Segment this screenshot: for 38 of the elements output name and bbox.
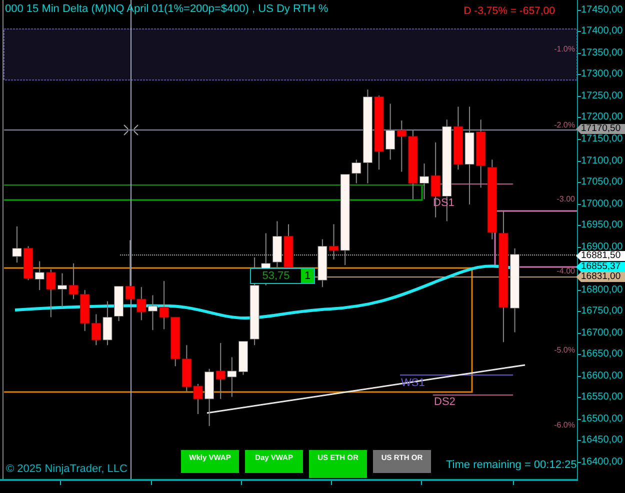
- level-label: DS2: [434, 397, 456, 408]
- price-label: 17100,00: [581, 155, 623, 166]
- percent-label: -5.0%: [554, 346, 575, 354]
- price-label: 16600,00: [581, 370, 623, 382]
- price-label: 17350,00: [581, 47, 623, 58]
- price-label: 16550,00: [581, 392, 623, 403]
- price-label: 17300,00: [581, 68, 623, 80]
- position-quantity: 1: [301, 269, 314, 283]
- percent-label: -4.00: [556, 266, 575, 276]
- price-tag: 16855,37: [576, 262, 625, 272]
- price-tag: 17170,50: [576, 124, 625, 134]
- price-label: 17050,00: [581, 176, 623, 188]
- price-tag: 16831,00: [576, 272, 625, 282]
- price-label: 16750,00: [581, 306, 623, 317]
- price-label: 17450,00: [581, 4, 623, 16]
- pnl-text: D -3,75% = -657,00: [464, 5, 555, 17]
- price-label: 16800,00: [581, 284, 623, 296]
- copyright-text: © 2025 NinjaTrader, LLC: [6, 463, 128, 475]
- price-label: 16700,00: [581, 327, 623, 338]
- price-label: 17400,00: [581, 26, 623, 37]
- percent-label: -3.00: [556, 194, 575, 204]
- price-label: 17200,00: [581, 112, 623, 123]
- crosshair-icon: [124, 124, 138, 136]
- price-label: 16650,00: [581, 348, 623, 360]
- price-label: 16900,00: [581, 241, 623, 252]
- price-label: 17000,00: [581, 198, 623, 210]
- percent-label: -2.0%: [554, 120, 575, 130]
- price-label: 16500,00: [581, 413, 623, 424]
- position-value: 53,75: [261, 269, 291, 283]
- price-tag: 16881,50: [576, 251, 625, 261]
- price-label: 17150,00: [581, 134, 623, 144]
- percent-label: -6.0%: [554, 420, 575, 430]
- percent-label: -1.0%: [554, 44, 575, 54]
- price-label: 17250,00: [581, 90, 623, 102]
- price-label: 16950,00: [581, 220, 623, 231]
- time-remaining: Time remaining = 00:12:25: [446, 459, 577, 471]
- price-label: 16450,00: [581, 434, 623, 446]
- price-label: 16400,00: [581, 456, 623, 468]
